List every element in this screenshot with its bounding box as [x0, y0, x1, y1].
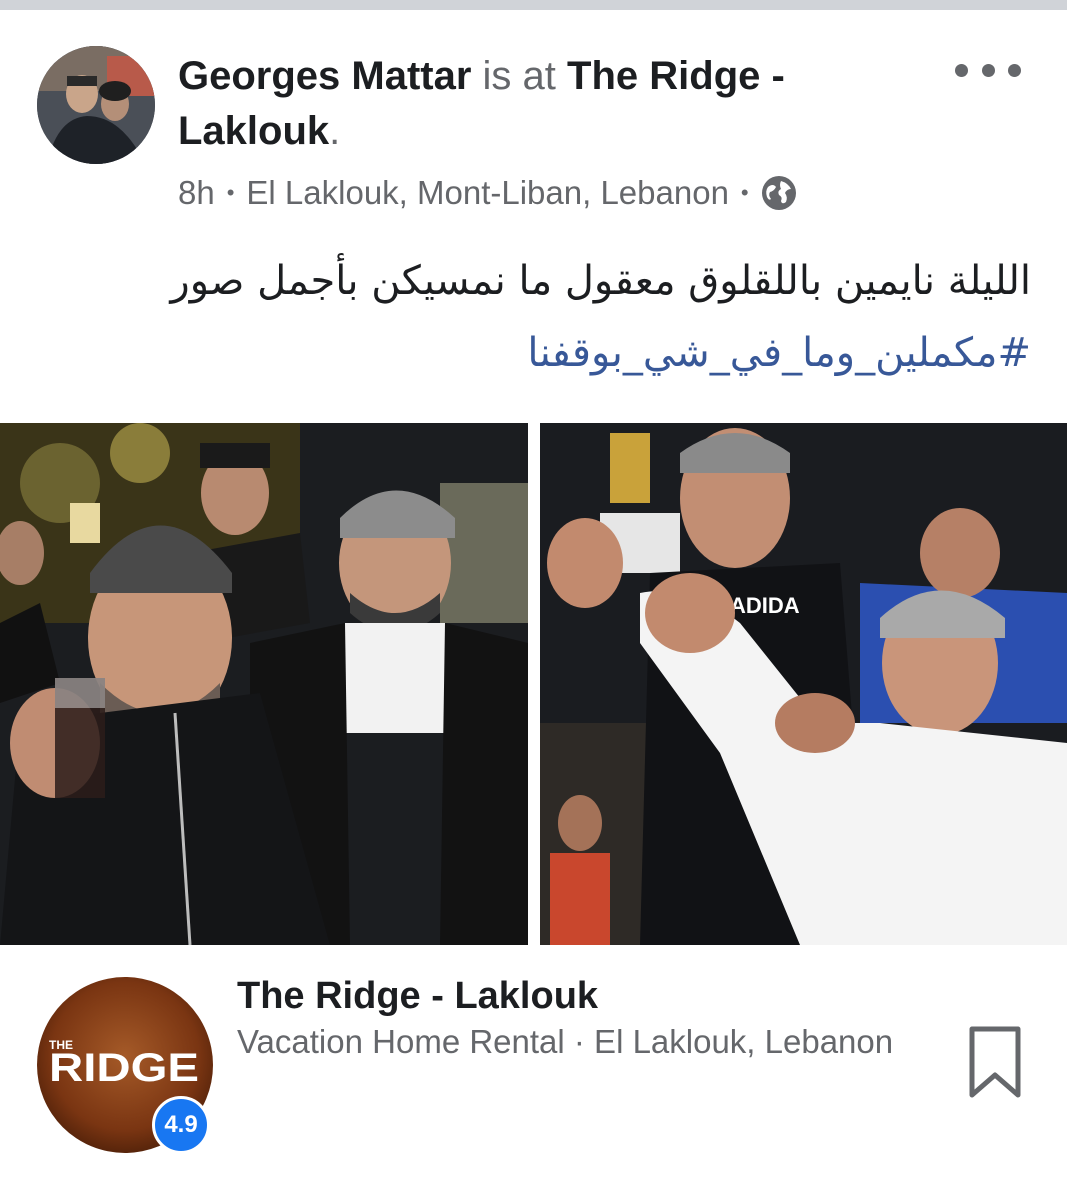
- place-link-part-2[interactable]: Laklouk: [178, 109, 329, 153]
- post-location[interactable]: El Laklouk, Mont-Liban, Lebanon: [246, 174, 729, 212]
- post-hashtag[interactable]: #مكملين_وما_في_شي_بوقفنا: [41, 330, 1031, 376]
- more-dot-icon: [1008, 63, 1021, 77]
- more-dot-icon: [955, 63, 968, 77]
- post-photo-right[interactable]: ADIDA: [540, 423, 1067, 945]
- checkin-connector: is at: [482, 54, 556, 98]
- post-header-line-2: Laklouk.: [178, 107, 938, 155]
- author-name[interactable]: Georges Mattar: [178, 54, 471, 98]
- author-avatar[interactable]: [37, 46, 155, 164]
- post-time[interactable]: 8h: [178, 174, 215, 212]
- post-message: الليلة نايمين باللقلوق معقول ما نمسيكن ب…: [170, 258, 1031, 304]
- post-photo-left[interactable]: [0, 423, 528, 945]
- globe-icon[interactable]: [761, 175, 797, 211]
- meta-separator: •: [740, 180, 749, 205]
- rating-badge: 4.9: [152, 1096, 210, 1154]
- meta-separator: •: [226, 180, 235, 205]
- place-card-title[interactable]: The Ridge - Laklouk: [237, 975, 598, 1018]
- post-meta: 8h • El Laklouk, Mont-Liban, Lebanon •: [178, 170, 797, 216]
- place-card-subtitle: Vacation Home Rental · El Laklouk, Leban…: [237, 1023, 894, 1060]
- more-dot-icon: [981, 63, 995, 77]
- logo-ridge-text: RIDGE: [49, 1046, 199, 1090]
- place-link-part-1[interactable]: The Ridge -: [567, 54, 785, 98]
- top-divider: [0, 0, 1067, 10]
- more-options-button[interactable]: [955, 50, 1021, 90]
- post-header-line-1: Georges Mattar is at The Ridge -: [178, 52, 938, 100]
- svg-text:ADIDA: ADIDA: [730, 593, 800, 618]
- header-period: .: [329, 109, 341, 153]
- bookmark-icon[interactable]: [968, 1025, 1022, 1099]
